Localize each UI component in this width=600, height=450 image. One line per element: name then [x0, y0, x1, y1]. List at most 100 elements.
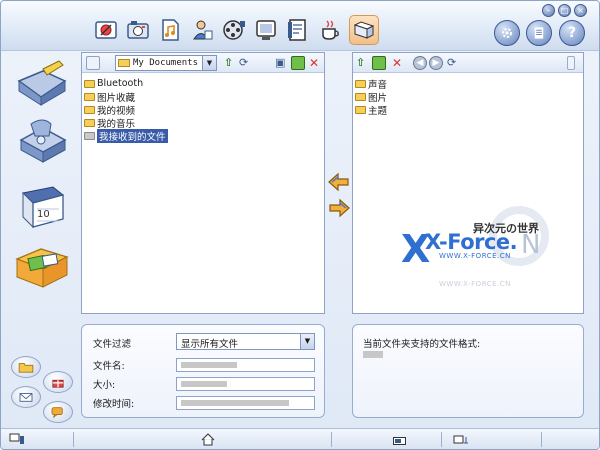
logo-cn-text: 异次元の世界 [473, 222, 539, 235]
format-info-panel: 当前文件夹支持的文件格式: [352, 324, 584, 418]
folder-icon [18, 363, 34, 373]
delete-icon[interactable]: ✕ [307, 56, 321, 70]
device-panel-toolbar: ⇧ ✕ ◀ ▶ ⟳ [353, 53, 583, 73]
folder-icon [84, 92, 95, 101]
computer-icon[interactable] [86, 56, 100, 70]
chevron-down-icon[interactable]: ▼ [300, 334, 314, 349]
file-info-panel: 文件过滤 显示所有文件 ▼ 文件名: 大小: 修改时间: [81, 324, 325, 418]
properties-icon[interactable] [291, 56, 305, 70]
local-file-list: Bluetooth 图片收藏 我的视频 我的音乐 我接收到的文件 [84, 77, 168, 143]
list-item[interactable]: 我的视频 [84, 103, 168, 117]
redacted-value [181, 381, 227, 387]
home-icon[interactable] [201, 433, 215, 446]
document-button[interactable] [526, 20, 552, 46]
list-item[interactable]: 图片收藏 [84, 90, 168, 104]
tool-image-viewer[interactable] [91, 15, 121, 45]
folder-icon [355, 105, 366, 114]
tool-contacts[interactable] [187, 15, 217, 45]
logo-url-text: WWW.X-FORCE.CN [439, 252, 511, 260]
tool-file-transfer[interactable] [349, 15, 379, 45]
new-folder-icon[interactable]: ▣ [275, 56, 289, 70]
arrow-left-icon [328, 172, 349, 192]
question-icon: ? [567, 25, 577, 41]
mail-icon [19, 393, 33, 402]
tool-display[interactable] [251, 15, 281, 45]
refresh-icon[interactable]: ⟳ [447, 56, 461, 70]
person-icon [193, 20, 213, 40]
tool-camera[interactable] [123, 15, 153, 45]
size-field [176, 377, 315, 391]
svg-text:10: 10 [37, 209, 50, 220]
redacted-value [181, 400, 289, 406]
transfer-left-button[interactable] [327, 171, 351, 193]
up-folder-icon[interactable]: ⇧ [224, 56, 238, 70]
logo-reflection-text: WWW.X-FORCE.CN [439, 280, 511, 288]
phone-icon[interactable] [567, 56, 575, 70]
tool-java[interactable] [315, 15, 345, 45]
folder-icon [118, 59, 130, 67]
folder-icon [355, 79, 366, 88]
forward-icon[interactable]: ▶ [429, 56, 443, 70]
notebook-icon [288, 19, 306, 41]
modified-field [176, 396, 315, 410]
size-label: 大小: [93, 380, 116, 391]
filename-field [176, 358, 315, 372]
sidebar-small-mail[interactable] [11, 386, 41, 408]
tool-notes[interactable] [283, 15, 313, 45]
device-file-list: 声音 图片 主题 [355, 77, 387, 117]
sidebar-small-folder[interactable] [11, 356, 41, 378]
local-panel-toolbar: My Documents ▼ ⇧ ⟳ ▣ ✕ [82, 53, 324, 73]
list-item[interactable]: 图片 [355, 90, 387, 104]
properties-icon[interactable] [372, 56, 386, 70]
maximize-button[interactable]: □ [558, 4, 571, 17]
xforce-watermark-logo: X X-Force. N 异次元の世界 WWW.X-FORCE.CN WWW.X… [399, 206, 579, 306]
list-item[interactable]: 主题 [355, 103, 387, 117]
monitor-icon [256, 20, 276, 40]
signal-icon [453, 434, 469, 445]
tool-video[interactable] [219, 15, 249, 45]
sidebar-calendar[interactable]: 10 [13, 181, 71, 231]
envelope-pen-icon [17, 60, 67, 106]
filename-label: 文件名: [93, 361, 125, 372]
transfer-right-button[interactable] [327, 197, 351, 219]
supported-formats-label: 当前文件夹支持的文件格式: [363, 339, 481, 350]
location-combo[interactable]: My Documents ▼ [115, 55, 217, 71]
up-folder-icon[interactable]: ⇧ [356, 56, 370, 70]
film-reel-icon [223, 20, 245, 40]
open-folder-icon [15, 248, 69, 288]
modified-label: 修改时间: [93, 399, 135, 410]
file-filter-select[interactable]: 显示所有文件 ▼ [176, 333, 315, 350]
minimize-button[interactable]: – [542, 4, 555, 17]
folder-icon [355, 92, 366, 101]
help-button[interactable]: ? [559, 20, 585, 46]
list-item[interactable]: Bluetooth [84, 77, 168, 90]
list-item[interactable]: 声音 [355, 77, 387, 91]
back-icon[interactable]: ◀ [413, 56, 427, 70]
sidebar-small-gift[interactable] [43, 371, 73, 393]
filter-label: 文件过滤 [93, 339, 132, 350]
list-item[interactable]: 我的音乐 [84, 116, 168, 130]
music-file-icon [162, 19, 179, 41]
folder-icon [84, 105, 95, 114]
sidebar-file-manager[interactable] [13, 239, 71, 289]
coffee-cup-icon [322, 20, 339, 40]
delete-icon[interactable]: ✕ [390, 56, 404, 70]
chevron-down-icon[interactable]: ▼ [202, 56, 216, 70]
folder-icon [84, 79, 95, 88]
close-button[interactable]: × [574, 4, 587, 17]
redacted-value [363, 351, 383, 358]
settings-button[interactable] [494, 20, 520, 46]
folder-stack-icon [353, 21, 375, 39]
sidebar-small-chat[interactable] [43, 401, 73, 423]
refresh-icon[interactable]: ⟳ [239, 56, 253, 70]
sidebar-tools[interactable] [13, 116, 71, 166]
tool-music-file[interactable] [155, 15, 185, 45]
list-item-selected[interactable]: 我接收到的文件 [84, 128, 168, 143]
document-icon [534, 27, 544, 39]
local-file-panel: My Documents ▼ ⇧ ⟳ ▣ ✕ Bluetooth 图片收藏 我的… [81, 52, 325, 314]
location-text: My Documents [133, 58, 199, 68]
status-bar [1, 428, 599, 449]
chat-icon [51, 407, 63, 418]
arrow-right-icon [329, 198, 350, 218]
sidebar-messages[interactable] [13, 59, 71, 109]
